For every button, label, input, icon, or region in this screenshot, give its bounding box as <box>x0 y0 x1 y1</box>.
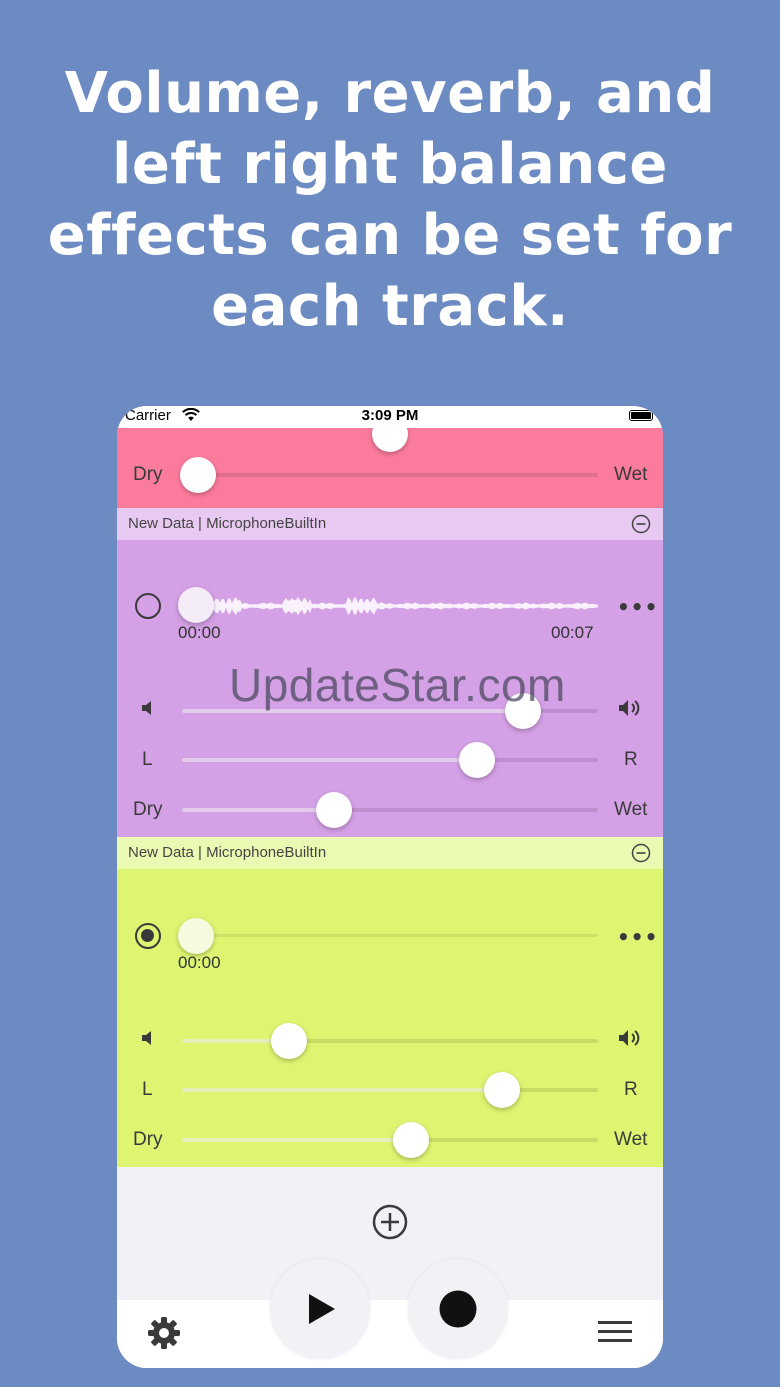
track-2-position-slider[interactable] <box>178 918 598 954</box>
more-icon[interactable]: ••• <box>617 595 658 619</box>
track-2-time-start: 00:00 <box>178 953 221 972</box>
more-icon[interactable]: ••• <box>617 925 658 949</box>
speaker-low-icon <box>139 698 159 722</box>
track-1-select-radio[interactable] <box>135 593 161 619</box>
track-2-position-knob[interactable] <box>178 918 214 954</box>
track-1-title: New Data | MicrophoneBuiltIn <box>128 515 327 532</box>
record-icon <box>439 1290 477 1332</box>
minus-circle-icon[interactable] <box>631 843 651 867</box>
track-1-reverb-slider[interactable] <box>182 792 598 828</box>
speaker-low-icon <box>139 1028 159 1052</box>
track-1-balance-slider[interactable] <box>182 742 598 778</box>
track-1-header: New Data | MicrophoneBuiltIn <box>117 508 663 540</box>
track-1-position-knob[interactable] <box>178 587 214 623</box>
watermark: UpdateStar.com <box>229 659 566 711</box>
minus-circle-icon[interactable] <box>631 514 651 538</box>
add-circle-icon[interactable] <box>371 1203 409 1245</box>
track-2-reverb-wet: Wet <box>614 1129 648 1150</box>
track-2-header: New Data | MicrophoneBuiltIn <box>117 837 663 869</box>
track-1-reverb-wet: Wet <box>614 799 648 820</box>
speaker-high-icon <box>617 697 645 723</box>
track-2-reverb-knob[interactable] <box>393 1122 429 1158</box>
play-icon <box>307 1293 337 1329</box>
reverb-wet-label: Wet <box>614 464 648 485</box>
track-2-volume-slider[interactable] <box>182 1023 598 1059</box>
track-1-time-start: 00:00 <box>178 623 221 642</box>
menu-icon[interactable] <box>598 1320 632 1348</box>
waveform <box>182 596 598 616</box>
phone-screen: Carrier 3:09 PM Dry Wet New Data | Micro… <box>117 406 663 1368</box>
track-1-balance-left: L <box>142 749 153 770</box>
record-button[interactable] <box>408 1259 508 1359</box>
track-2-balance-knob[interactable] <box>484 1072 520 1108</box>
track-2: 00:00 ••• L R Dry Wet <box>117 869 663 1167</box>
track-2-reverb-dry: Dry <box>133 1129 163 1150</box>
track-1-balance-fill <box>182 758 477 762</box>
status-bar: Carrier 3:09 PM <box>117 406 663 428</box>
gear-icon[interactable] <box>145 1314 183 1356</box>
track-2-select-radio[interactable] <box>135 923 161 949</box>
reverb-knob[interactable] <box>180 457 216 493</box>
track-1-reverb-knob[interactable] <box>316 792 352 828</box>
track-2-reverb-slider[interactable] <box>182 1122 598 1158</box>
play-button[interactable] <box>270 1259 370 1359</box>
track-2-title: New Data | MicrophoneBuiltIn <box>128 844 327 861</box>
reverb-slider[interactable] <box>180 457 598 493</box>
status-time: 3:09 PM <box>361 407 419 424</box>
track-2-balance-fill <box>182 1088 502 1092</box>
track-2-balance-left: L <box>142 1079 153 1100</box>
track-1-reverb-dry: Dry <box>133 799 163 820</box>
battery-icon <box>629 410 653 421</box>
tab-bar <box>117 1300 663 1368</box>
reverb-dry-label: Dry <box>133 464 163 485</box>
track-1-reverb-fill <box>182 808 334 812</box>
track-1-balance-right: R <box>624 749 638 770</box>
track-2-volume-knob[interactable] <box>271 1023 307 1059</box>
headline: Volume, reverb, and left right balance e… <box>47 61 733 339</box>
track-1-balance-knob[interactable] <box>459 742 495 778</box>
speaker-high-icon <box>617 1027 645 1053</box>
track-2-reverb-fill <box>182 1138 411 1142</box>
track-1-time-end: 00:07 <box>551 623 594 642</box>
track-2-balance-right: R <box>624 1079 638 1100</box>
track-2-balance-slider[interactable] <box>182 1072 598 1108</box>
